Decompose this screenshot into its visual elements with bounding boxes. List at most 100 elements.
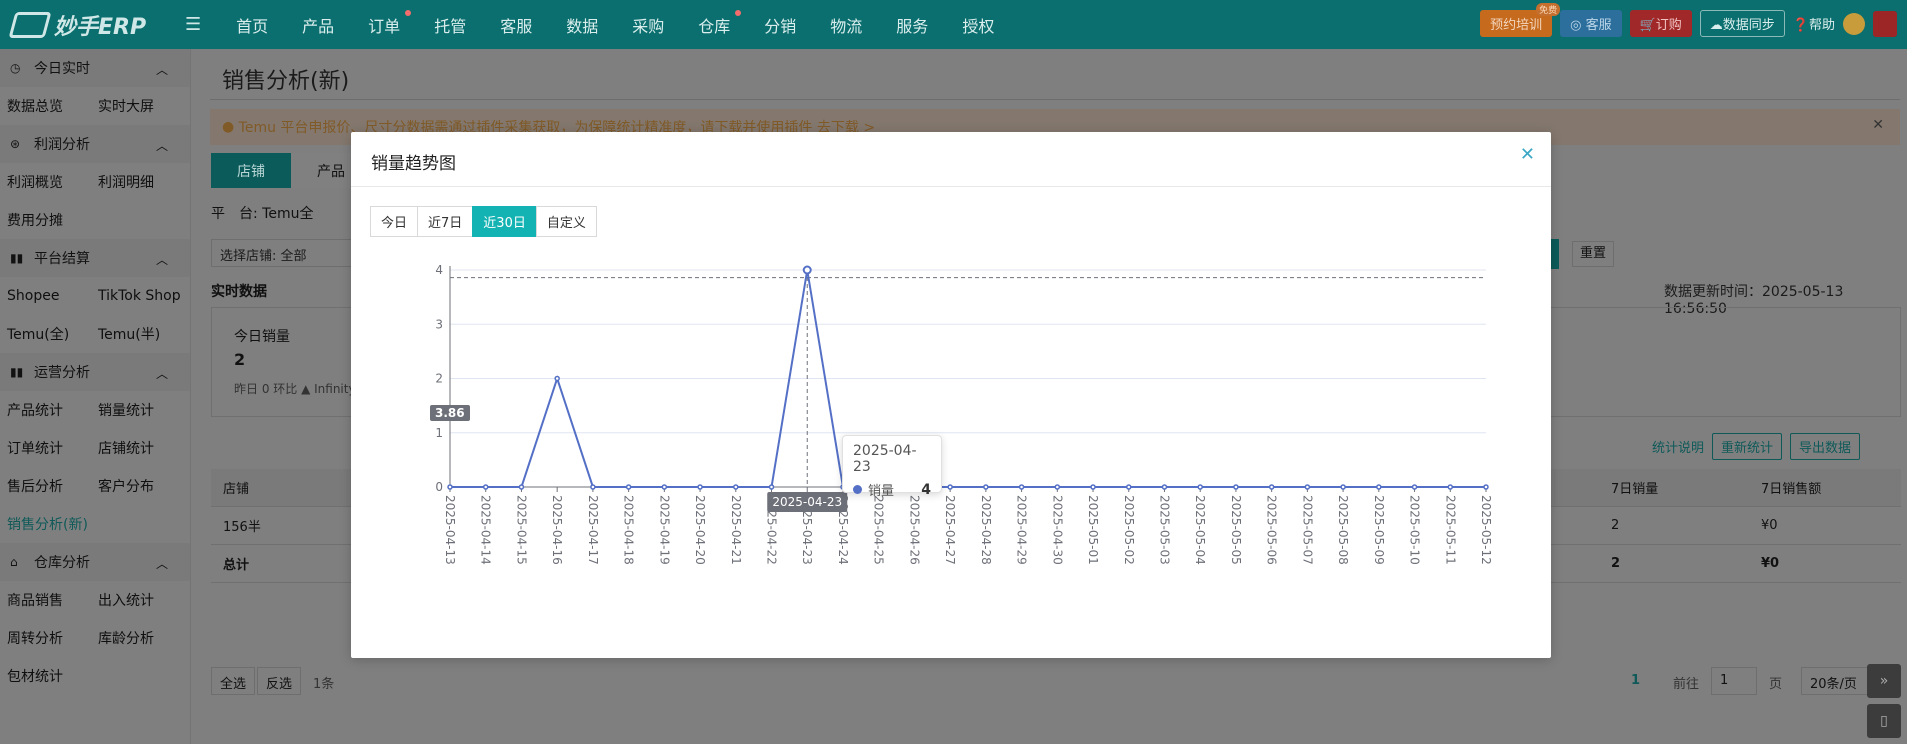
notification-icon[interactable] (1873, 10, 1897, 37)
logo-text: 妙手ERP (54, 14, 147, 40)
sidebar-item[interactable]: 利润概览 (7, 172, 98, 192)
expand-icon[interactable]: » (1867, 664, 1901, 698)
sidebar-item[interactable]: 商品销售 (7, 590, 98, 610)
nav-item-1[interactable]: 产品 (285, 13, 351, 37)
logo-icon (8, 11, 52, 38)
sidebar-item[interactable]: 周转分析 (7, 628, 98, 648)
recount-button[interactable]: 重新统计 (1712, 433, 1783, 460)
total-7d-revenue: ¥0 (1761, 556, 1780, 571)
nav-item-8[interactable]: 分销 (747, 13, 813, 37)
range-button-1[interactable]: 近7日 (417, 206, 474, 237)
nav-item-10[interactable]: 服务 (879, 13, 945, 37)
sidebar-item[interactable]: TikTok Shop (98, 288, 189, 304)
x-tick-label: 2025-05-05 (1229, 495, 1243, 565)
sidebar-item[interactable]: Temu(全) (7, 324, 98, 344)
reset-button[interactable]: 重置 (1572, 241, 1614, 267)
sidebar-item[interactable]: 销量统计 (98, 400, 189, 420)
range-button-0[interactable]: 今日 (370, 206, 419, 237)
menu-toggle-icon[interactable]: ☰ (185, 14, 201, 35)
sidebar-item[interactable]: 产品统计 (7, 400, 98, 420)
sidebar-group-title: 仓库分析 (34, 555, 90, 571)
today-sales-label: 今日销量 (234, 329, 290, 345)
invert-button[interactable]: 反选 (257, 667, 302, 695)
goto-input[interactable]: 1 (1711, 667, 1757, 695)
nav-item-11[interactable]: 授权 (945, 13, 1011, 37)
sidebar-item[interactable]: 订单统计 (7, 438, 98, 458)
data-point (697, 484, 703, 490)
sidebar-item[interactable]: 店铺统计 (98, 438, 189, 458)
sidebar-group-3[interactable]: ▮▮ 运营分析 ︿ (0, 353, 190, 391)
close-icon[interactable]: ✕ (1520, 144, 1535, 165)
cart-icon: 🛒 (1639, 18, 1656, 33)
total-label: 总计 (223, 558, 250, 573)
nav-item-9[interactable]: 物流 (813, 13, 879, 37)
data-point (518, 484, 525, 490)
sidebar-item[interactable]: 包材统计 (7, 666, 98, 686)
tooltip-value: 4 (921, 481, 931, 498)
sidebar-item[interactable]: 客户分布 (98, 476, 189, 496)
select-all-button[interactable]: 全选 (211, 667, 256, 695)
nav-item-7[interactable]: 仓库 (681, 9, 747, 37)
service-button[interactable]: ◎ 客服 (1560, 10, 1622, 37)
nav-item-3[interactable]: 托管 (417, 13, 483, 37)
sidebar-item[interactable]: 实时大屏 (98, 96, 189, 116)
chevron-up-icon: ︿ (155, 139, 168, 153)
sync-button[interactable]: ☁数据同步 (1699, 10, 1785, 37)
shop-select[interactable]: 选择店铺: 全部 (211, 239, 361, 267)
sidebar-item[interactable]: 费用分摊 (7, 210, 98, 230)
mobile-icon[interactable]: ▯ (1867, 704, 1901, 738)
sidebar-item[interactable]: 销售分析(新) (7, 514, 98, 534)
tab-shop[interactable]: 店铺 (211, 153, 291, 188)
top-right-actions: 预约培训 免费 ◎ 客服 🛒订购 ☁数据同步 ❓帮助 (1480, 3, 1897, 37)
y-tick-label: 4 (435, 263, 443, 277)
explain-link[interactable]: 统计说明 (1652, 437, 1704, 456)
order-button[interactable]: 🛒订购 (1629, 10, 1692, 37)
header-shop[interactable]: 店铺 (223, 478, 249, 497)
avatar[interactable] (1843, 12, 1865, 35)
data-point (1411, 484, 1418, 490)
sidebar-group-title: 运营分析 (34, 365, 90, 381)
data-point (947, 484, 953, 490)
help-button[interactable]: ❓帮助 (1793, 14, 1835, 33)
sidebar-item[interactable]: Temu(半) (98, 324, 189, 344)
header-7d-revenue[interactable]: 7日销售额 (1761, 478, 1821, 497)
nav-item-5[interactable]: 数据 (549, 13, 615, 37)
tooltip-date: 2025-04-23 (853, 443, 917, 475)
platform-value[interactable]: Temu全 (262, 206, 313, 222)
nav-item-4[interactable]: 客服 (483, 13, 549, 37)
nav-item-2[interactable]: 订单 (351, 9, 417, 37)
data-point (802, 265, 812, 275)
sidebar-group-4[interactable]: ⌂ 仓库分析 ︿ (0, 543, 190, 581)
sidebar-item[interactable]: 库龄分析 (98, 628, 189, 648)
sidebar-item[interactable]: 数据总览 (7, 96, 98, 116)
order-label: 订购 (1655, 18, 1682, 33)
nav-item-6[interactable]: 采购 (615, 13, 681, 37)
x-tick-label: 2025-04-25 (872, 495, 886, 565)
range-button-2[interactable]: 近30日 (472, 206, 537, 237)
sidebar-item[interactable]: 出入统计 (98, 590, 189, 610)
sidebar-group-0[interactable]: ◷ 今日实时 ︿ (0, 49, 190, 87)
question-icon: ❓ (1792, 18, 1809, 33)
x-tick-label: 2025-04-20 (693, 495, 707, 565)
data-point (1340, 484, 1346, 490)
header-7d-sales[interactable]: 7日销量 (1611, 478, 1658, 497)
total-7d-sales: 2 (1611, 556, 1621, 571)
nav-item-0[interactable]: 首页 (219, 13, 285, 37)
sidebar-item[interactable]: 利润明细 (98, 172, 189, 192)
sidebar-group-2[interactable]: ▮▮ 平台结算 ︿ (0, 239, 190, 277)
export-button[interactable]: 导出数据 (1790, 433, 1861, 460)
current-page[interactable]: 1 (1631, 673, 1640, 688)
logo[interactable]: 妙手ERP (0, 9, 185, 41)
data-point (1268, 484, 1275, 490)
sidebar-item[interactable]: Shopee (7, 288, 98, 304)
range-button-3[interactable]: 自定义 (535, 206, 597, 237)
close-icon[interactable]: ✕ (1872, 117, 1884, 133)
training-button[interactable]: 预约培训 免费 (1480, 3, 1561, 37)
x-tick-label: 2025-05-09 (1372, 495, 1386, 565)
sidebar-item[interactable]: 售后分析 (7, 476, 98, 496)
x-tick-label: 2025-05-08 (1336, 495, 1350, 565)
sidebar-row: 销售分析(新) (0, 505, 190, 543)
x-tick-label: 2025-04-27 (943, 495, 957, 565)
sidebar-group-1[interactable]: ⊛ 利润分析 ︿ (0, 125, 190, 163)
x-tick-label: 2025-04-28 (979, 495, 993, 565)
